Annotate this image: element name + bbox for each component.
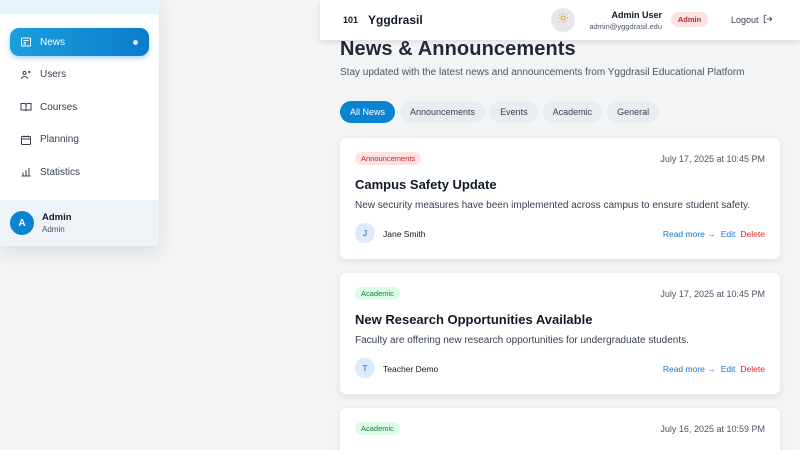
delete-button[interactable]: Delete: [740, 364, 765, 374]
header-user-info: Admin User admin@yggdrasil.edu: [589, 10, 662, 31]
filter-announcements[interactable]: Announcements: [400, 101, 486, 123]
sidebar-item-label: Planning: [40, 134, 79, 145]
active-indicator: [133, 39, 138, 45]
sidebar-item-label: News: [40, 36, 66, 48]
page-title: News & Announcements: [340, 38, 576, 60]
logout-icon: [759, 14, 773, 26]
sidebar-header: [0, 0, 159, 14]
filter-all-news[interactable]: All News: [340, 101, 396, 123]
sidebar: News Users Courses Planning Statistics A…: [0, 0, 159, 246]
sidebar-item-label: Courses: [40, 101, 78, 113]
bar-chart-icon: [20, 166, 32, 178]
news-card: Announcements July 17, 2025 at 10:45 PM …: [340, 138, 780, 259]
news-actions: Read more → Edit Delete: [663, 364, 765, 374]
news-card: Academic July 16, 2025 at 10:59 PM: [340, 408, 780, 450]
sidebar-item-statistics[interactable]: Statistics: [10, 158, 149, 186]
read-more-link[interactable]: Read more →: [663, 229, 716, 239]
sidebar-item-planning[interactable]: Planning: [10, 126, 149, 154]
sidebar-item-users[interactable]: Users: [10, 61, 149, 89]
news-card: Academic July 17, 2025 at 10:45 PM New R…: [340, 273, 780, 394]
avatar: A: [10, 211, 34, 235]
category-badge: Announcements: [355, 152, 422, 165]
news-description: New security measures have been implemen…: [355, 200, 751, 211]
author-name: Jane Smith: [383, 229, 426, 239]
news-date: July 17, 2025 at 10:45 PM: [660, 154, 765, 164]
calendar-icon: [20, 134, 32, 146]
edit-button[interactable]: Edit: [721, 229, 736, 239]
sidebar-item-courses[interactable]: Courses: [10, 93, 149, 121]
header-user-email: admin@yggdrasil.edu: [589, 22, 662, 31]
category-filters: All News Announcements Events Academic G…: [340, 101, 664, 123]
category-badge: Academic: [355, 287, 400, 300]
app-title[interactable]: Yggdrasil: [368, 13, 423, 27]
sidebar-nav: News Users Courses Planning Statistics: [0, 14, 159, 186]
sidebar-item-news[interactable]: News: [10, 28, 149, 56]
sidebar-user-role: Admin: [42, 225, 65, 234]
news-date: July 16, 2025 at 10:59 PM: [660, 424, 765, 434]
filter-academic[interactable]: Academic: [542, 101, 603, 123]
category-badge: Academic: [355, 422, 400, 435]
logout-label: Logout: [731, 15, 759, 25]
author-name: Teacher Demo: [383, 364, 439, 374]
sidebar-item-label: Statistics: [40, 166, 81, 178]
sidebar-user-profile[interactable]: A Admin Admin: [0, 200, 159, 246]
news-description: Faculty are offering new research opport…: [355, 335, 689, 346]
top-header: 101 Yggdrasil Admin User admin@yggdrasil…: [320, 0, 800, 40]
logo-mark: 101: [343, 15, 359, 25]
news-title[interactable]: New Research Opportunities Available: [355, 312, 592, 327]
delete-button[interactable]: Delete: [740, 229, 765, 239]
newspaper-icon: [20, 36, 32, 48]
edit-button[interactable]: Edit: [721, 364, 736, 374]
author-avatar: J: [355, 223, 375, 243]
filter-events[interactable]: Events: [490, 101, 538, 123]
theme-toggle-button[interactable]: [551, 8, 575, 32]
header-user-name: Admin User: [611, 10, 662, 20]
role-badge: Admin: [671, 12, 708, 27]
logout-button[interactable]: Logout: [731, 14, 773, 26]
sidebar-user-name: Admin: [42, 212, 72, 223]
users-icon: [20, 69, 32, 81]
book-icon: [20, 101, 32, 113]
filter-general[interactable]: General: [607, 101, 660, 123]
read-more-link[interactable]: Read more →: [663, 364, 716, 374]
page-subtitle: Stay updated with the latest news and an…: [340, 67, 745, 78]
author-avatar: T: [355, 358, 375, 378]
sidebar-item-label: Users: [40, 69, 67, 80]
news-actions: Read more → Edit Delete: [663, 229, 765, 239]
sun-icon: [557, 11, 569, 29]
news-date: July 17, 2025 at 10:45 PM: [660, 289, 765, 299]
news-title[interactable]: Campus Safety Update: [355, 177, 497, 192]
